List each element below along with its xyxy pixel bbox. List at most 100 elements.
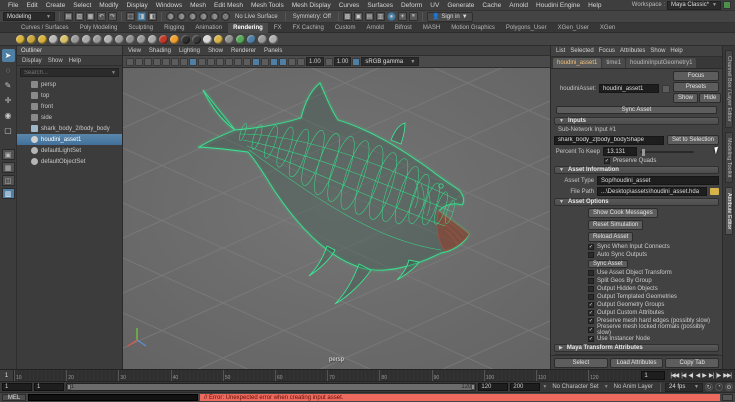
animation-preferences-icon[interactable]: ⚙ [725, 383, 733, 391]
symmetry-dropdown[interactable]: Symmetry: Off [290, 14, 334, 20]
xray-icon[interactable] [279, 58, 287, 66]
screen-ao-icon[interactable] [234, 58, 242, 66]
shelf-icon[interactable] [203, 35, 212, 44]
attribute-editor-menu-item[interactable]: Selected [570, 48, 593, 54]
bookmark-icon[interactable] [153, 58, 161, 66]
layout-button[interactable]: ▦ [2, 162, 15, 173]
colorspace-dropdown[interactable]: sRGB gamma▼ [361, 57, 419, 66]
sign-in-button[interactable]: 👤Sign in▼ [427, 12, 473, 22]
asset-option-checkbox[interactable]: Split Geos By Group [554, 278, 719, 284]
shelf-icon[interactable] [71, 35, 80, 44]
playback-button[interactable]: ◀ [695, 372, 701, 379]
multisample-icon[interactable] [252, 58, 260, 66]
shelf-tab[interactable]: Bifrost [390, 23, 417, 33]
menu-item[interactable]: Deform [397, 2, 426, 9]
open-scene-icon[interactable]: ▧ [75, 12, 84, 21]
shelf-tab[interactable]: FX Caching [287, 23, 328, 33]
attribute-editor-tab[interactable]: houdiniInputGeometry1 [626, 58, 696, 68]
light-editor-icon[interactable]: ☀ [398, 12, 407, 21]
asset-option-checkbox[interactable]: Preserve mesh locked normals (possibly s… [554, 326, 719, 334]
shaded-icon[interactable] [198, 58, 206, 66]
animation-end-field[interactable]: 200 [510, 383, 540, 391]
menu-item[interactable]: Edit Mesh [210, 2, 247, 9]
shelf-icon[interactable] [159, 35, 168, 44]
asset-option-checkbox[interactable]: Use Instancer Node [554, 336, 719, 342]
menu-item[interactable]: Curves [335, 2, 364, 9]
pin-icon[interactable] [662, 85, 670, 93]
script-editor-icon[interactable] [722, 394, 733, 401]
outliner-item[interactable]: front [17, 101, 122, 112]
folder-icon[interactable] [710, 188, 719, 195]
tool-button[interactable]: ◉ [2, 109, 15, 122]
exposure-field[interactable]: 1.00 [306, 57, 324, 66]
shelf-icon[interactable] [247, 35, 256, 44]
shadows-icon[interactable] [225, 58, 233, 66]
shelf-icon[interactable] [49, 35, 58, 44]
attribute-editor-menu-item[interactable]: Focus [599, 48, 615, 54]
shelf-tab[interactable]: XGen_User [553, 23, 594, 33]
set-to-selection-button[interactable]: Set to Selection [667, 135, 719, 145]
chevron-down-icon[interactable]: ▼ [542, 384, 547, 390]
outliner-menu-item[interactable]: Display [22, 58, 42, 64]
menu-item[interactable]: Houdini Engine [532, 2, 584, 9]
shelf-tab[interactable]: Sculpting [123, 23, 158, 33]
workspace-dropdown[interactable]: Maya Classic*▼ [667, 1, 721, 10]
isolate-select-icon[interactable] [270, 58, 278, 66]
shelf-tab[interactable]: Rendering [228, 23, 268, 33]
menu-item[interactable]: Cache [478, 2, 505, 9]
motion-blur-icon[interactable] [243, 58, 251, 66]
select-camera-icon[interactable] [126, 58, 134, 66]
percent-to-keep-slider[interactable] [640, 151, 694, 153]
live-surface-field[interactable]: No Live Surface [232, 14, 281, 20]
attribute-editor-menu-item[interactable]: List [556, 48, 565, 54]
ipr-render-icon[interactable]: ▤ [365, 12, 374, 21]
attribute-editor-menu-item[interactable]: Show [650, 48, 665, 54]
search-input[interactable] [21, 70, 111, 76]
shelf-icon[interactable] [82, 35, 91, 44]
shelf-tab[interactable]: MASH [418, 23, 445, 33]
footer-button[interactable]: Copy Tab [665, 358, 719, 368]
menu-item[interactable]: Edit [22, 2, 41, 9]
layout-button[interactable]: ▣ [2, 149, 15, 160]
maya-transform-section-header[interactable]: ▶Maya Transform Attributes [554, 344, 719, 352]
outliner-title[interactable]: Outliner [17, 46, 122, 56]
asset-name-field[interactable]: houdini_asset1 [599, 84, 659, 93]
2d-pan-zoom-icon[interactable] [171, 58, 179, 66]
current-frame-marker[interactable]: 1 [0, 370, 14, 381]
depth-of-field-icon[interactable] [261, 58, 269, 66]
playback-button[interactable]: |▶ [715, 372, 721, 379]
shelf-tab[interactable]: Arnold [361, 23, 388, 33]
view-transform-icon[interactable] [352, 58, 360, 66]
shelf-icon[interactable] [115, 35, 124, 44]
range-handle-left[interactable] [67, 384, 71, 390]
tool-button[interactable]: ✛ [2, 94, 15, 107]
menu-item[interactable]: Mesh Tools [247, 2, 288, 9]
shelf-icon[interactable] [214, 35, 223, 44]
shelf-icon[interactable] [269, 35, 278, 44]
asset-option-checkbox[interactable]: Auto Sync Outputs [554, 252, 719, 258]
menu-item[interactable]: Display [122, 2, 151, 9]
image-plane-icon[interactable] [162, 58, 170, 66]
outliner-item[interactable]: side [17, 112, 122, 123]
textured-icon[interactable] [207, 58, 215, 66]
playback-start-field[interactable]: 1 [34, 383, 64, 391]
playback-button[interactable]: ▶ [701, 372, 707, 379]
shelf-icon[interactable] [236, 35, 245, 44]
render-current-frame-icon[interactable]: ▣ [354, 12, 363, 21]
shelf-tab[interactable]: Animation [190, 23, 227, 33]
tool-button[interactable]: ▢ [2, 124, 15, 137]
new-scene-icon[interactable]: ▤ [64, 12, 73, 21]
snap-view-plane-icon[interactable]: ◍ [210, 12, 219, 21]
shelf-icon[interactable] [181, 35, 190, 44]
viewport-menu-item[interactable]: View [128, 48, 141, 54]
playback-end-field[interactable]: 120 [478, 383, 508, 391]
menu-item[interactable]: Mesh Display [288, 2, 335, 9]
menu-item[interactable]: Create [42, 2, 70, 9]
viewport-menu-item[interactable]: Shading [149, 48, 171, 54]
joints-xray-icon[interactable] [288, 58, 296, 66]
asset-option-button[interactable]: Show Cook Messages [588, 208, 658, 218]
command-input[interactable] [28, 394, 198, 401]
playback-button[interactable]: |◀◀ [669, 372, 679, 379]
shelf-icon[interactable] [148, 35, 157, 44]
shelf-tab[interactable]: Polygons_User [501, 23, 552, 33]
